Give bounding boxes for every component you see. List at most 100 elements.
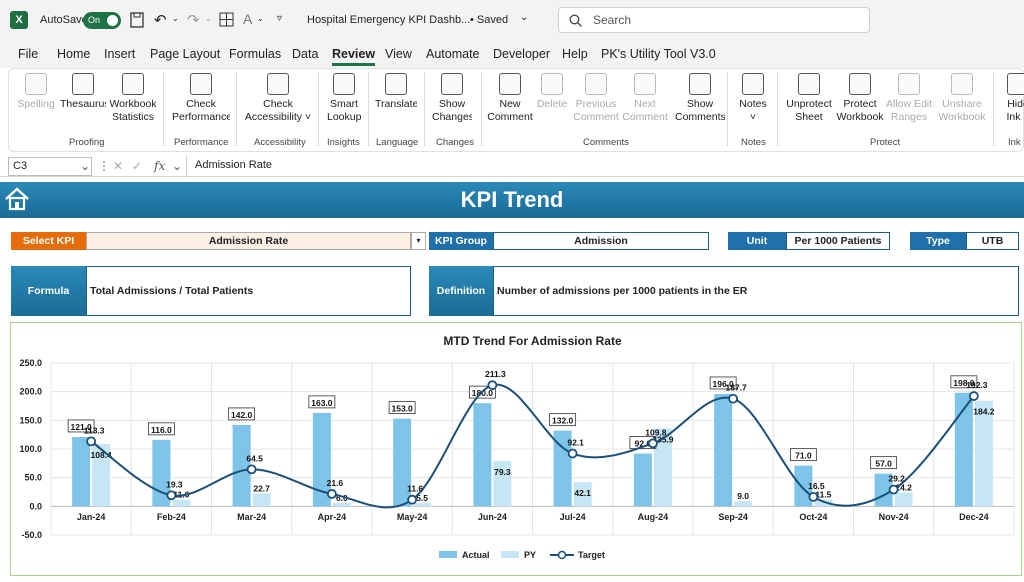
ribbon-button-book[interactable]: Thesaurus xyxy=(60,73,106,111)
legend-py-label: PY xyxy=(524,550,536,560)
redo-dropdown-icon[interactable]: ⌄ xyxy=(205,14,212,23)
y-tick-label: -50.0 xyxy=(21,530,42,540)
more-options-icon[interactable]: ⋮ xyxy=(98,159,110,173)
ribbon-button-info[interactable]: Smart Lookup xyxy=(327,73,361,124)
x-tick-label: Oct-24 xyxy=(799,512,827,522)
py-bar xyxy=(332,502,351,507)
ribbon-button-label: Thesaurus xyxy=(60,98,106,110)
font-color-dropdown-icon[interactable]: ⌄ xyxy=(257,14,264,23)
menu-developer[interactable]: Developer xyxy=(493,47,550,61)
x-tick-label: Mar-24 xyxy=(237,512,266,522)
menu-help[interactable]: Help xyxy=(562,47,588,61)
py-bar xyxy=(172,499,191,507)
menu-home[interactable]: Home xyxy=(57,47,90,61)
y-tick-label: 100.0 xyxy=(19,444,42,454)
ribbon-button-new-comment[interactable]: New Comment xyxy=(487,73,533,124)
menu-view[interactable]: View xyxy=(385,47,412,61)
target-data-label: 192.3 xyxy=(966,380,988,390)
menu-insert[interactable]: Insert xyxy=(104,47,135,61)
undo-dropdown-icon[interactable]: ⌄ xyxy=(172,14,179,23)
cancel-icon[interactable]: ✕ xyxy=(113,159,123,173)
ribbon-button-protect-workbook[interactable]: Protect Workbook xyxy=(836,73,884,124)
autosave-toggle[interactable]: On xyxy=(83,12,121,29)
select-kpi-value[interactable]: Admission Rate xyxy=(86,232,411,250)
ribbon-button-next-comment[interactable]: Next Comment xyxy=(622,73,668,124)
ribbon-button-delete-comment[interactable]: Delete xyxy=(535,73,569,111)
menu-review[interactable]: Review xyxy=(332,47,376,66)
ribbon-button-prev-comment[interactable]: Previous Comment xyxy=(573,73,619,124)
ribbon-button-allow-edit[interactable]: Allow Edit Ranges xyxy=(884,73,934,124)
enter-icon[interactable]: ✓ xyxy=(132,159,142,173)
document-title[interactable]: Hospital Emergency KPI Dashb... xyxy=(307,14,470,26)
ribbon-button-grid-changes[interactable]: Show Changes xyxy=(432,73,472,124)
save-status-chevron-icon[interactable]: ⌄ xyxy=(520,12,528,23)
ribbon-button-label: New Comment xyxy=(487,98,533,123)
unit-value: Per 1000 Patients xyxy=(786,232,890,250)
home-icon[interactable] xyxy=(4,186,30,212)
translate-icon xyxy=(385,73,407,95)
menu-formulas[interactable]: Formulas xyxy=(229,47,281,61)
save-status[interactable]: • Saved xyxy=(470,14,508,26)
ribbon-button-label: Delete xyxy=(536,98,568,110)
borders-icon[interactable] xyxy=(219,12,234,27)
redo-icon[interactable]: ↷ xyxy=(187,11,200,29)
target-data-label: 187.7 xyxy=(725,383,747,393)
menu-page-layout[interactable]: Page Layout xyxy=(150,47,220,61)
target-marker xyxy=(567,448,578,459)
py-data-label: 42.1 xyxy=(574,488,591,498)
actual-bar xyxy=(473,403,492,507)
ribbon-button-show-comments[interactable]: Show Comments xyxy=(675,73,725,124)
excel-logo-icon: X xyxy=(10,11,28,29)
ribbon-button-notes[interactable]: Notes ˅ xyxy=(737,73,769,124)
chart-panel[interactable]: MTD Trend For Admission Rate 250.0 200.0 15… xyxy=(10,322,1022,576)
title-bar: X AutoSave On ↶ ⌄ ↷ ⌄ A ⌄ ▿ Hospital Eme… xyxy=(0,0,1024,40)
ribbon-button-label: Unshare Workbook xyxy=(938,98,986,123)
menu-automate[interactable]: Automate xyxy=(426,47,480,61)
ribbon-button-label: Hide Ink ˅ xyxy=(1006,98,1024,123)
formula-content: Admission Rate xyxy=(195,159,273,171)
accessibility-icon xyxy=(267,73,289,95)
ribbon-button-translate[interactable]: Translate xyxy=(375,73,417,111)
py-data-label: 22.7 xyxy=(253,483,270,493)
legend-target-marker xyxy=(557,550,567,560)
ribbon-button-ink[interactable]: Hide Ink ˅ xyxy=(1003,73,1024,124)
target-data-label: 16.5 xyxy=(808,481,825,491)
actual-bar xyxy=(633,453,652,507)
y-tick-label: 150.0 xyxy=(19,415,42,425)
formula-label: Formula xyxy=(11,266,86,316)
fx-dropdown-icon[interactable]: ⌄ xyxy=(172,159,182,173)
ribbon-button-label: Check Accessibility ˅ xyxy=(244,98,312,123)
customize-toolbar-icon[interactable]: ▿ xyxy=(277,13,282,24)
allow-edit-icon xyxy=(898,73,920,95)
ribbon-button-label: Translate xyxy=(375,98,417,110)
select-kpi-dropdown-icon[interactable]: ▾ xyxy=(411,232,426,250)
menu-file[interactable]: File xyxy=(18,47,38,61)
menu-data[interactable]: Data xyxy=(292,47,318,61)
x-tick-label: Jun-24 xyxy=(478,512,507,522)
ribbon-button-grid-123[interactable]: Workbook Statistics xyxy=(108,73,158,124)
py-bar xyxy=(413,503,432,507)
legend-target-label: Target xyxy=(578,550,605,560)
y-tick-label: 200.0 xyxy=(19,387,42,397)
target-marker xyxy=(407,494,418,505)
font-color-icon[interactable]: A xyxy=(243,11,252,27)
search-box[interactable]: Search xyxy=(558,7,870,33)
ribbon-button-grid-clock[interactable]: Check Performance xyxy=(172,73,230,124)
undo-icon[interactable]: ↶ xyxy=(154,11,167,29)
ribbon-button-accessibility[interactable]: Check Accessibility ˅ xyxy=(243,73,313,124)
y-tick-label: 0.0 xyxy=(29,501,42,511)
unit-label: Unit xyxy=(728,232,786,250)
target-data-label: 64.5 xyxy=(246,453,263,463)
name-box-dropdown-icon[interactable]: ⌄ xyxy=(80,159,90,173)
insert-function-icon[interactable]: fx xyxy=(154,159,165,173)
actual-data-label: 57.0 xyxy=(875,459,892,469)
ribbon-button-unprotect-sheet[interactable]: Unprotect Sheet xyxy=(785,73,833,124)
formula-input[interactable]: Admission Rate xyxy=(186,156,1024,177)
kpi-group-label: KPI Group xyxy=(429,232,493,250)
menu-pk-utility[interactable]: PK's Utility Tool V3.0 xyxy=(601,47,716,61)
save-icon[interactable] xyxy=(130,12,144,28)
target-marker xyxy=(808,491,819,502)
select-kpi-label: Select KPI xyxy=(11,232,86,250)
ribbon-button-abc-check[interactable]: Spelling xyxy=(16,73,56,111)
ribbon-button-unshare[interactable]: Unshare Workbook xyxy=(938,73,986,124)
